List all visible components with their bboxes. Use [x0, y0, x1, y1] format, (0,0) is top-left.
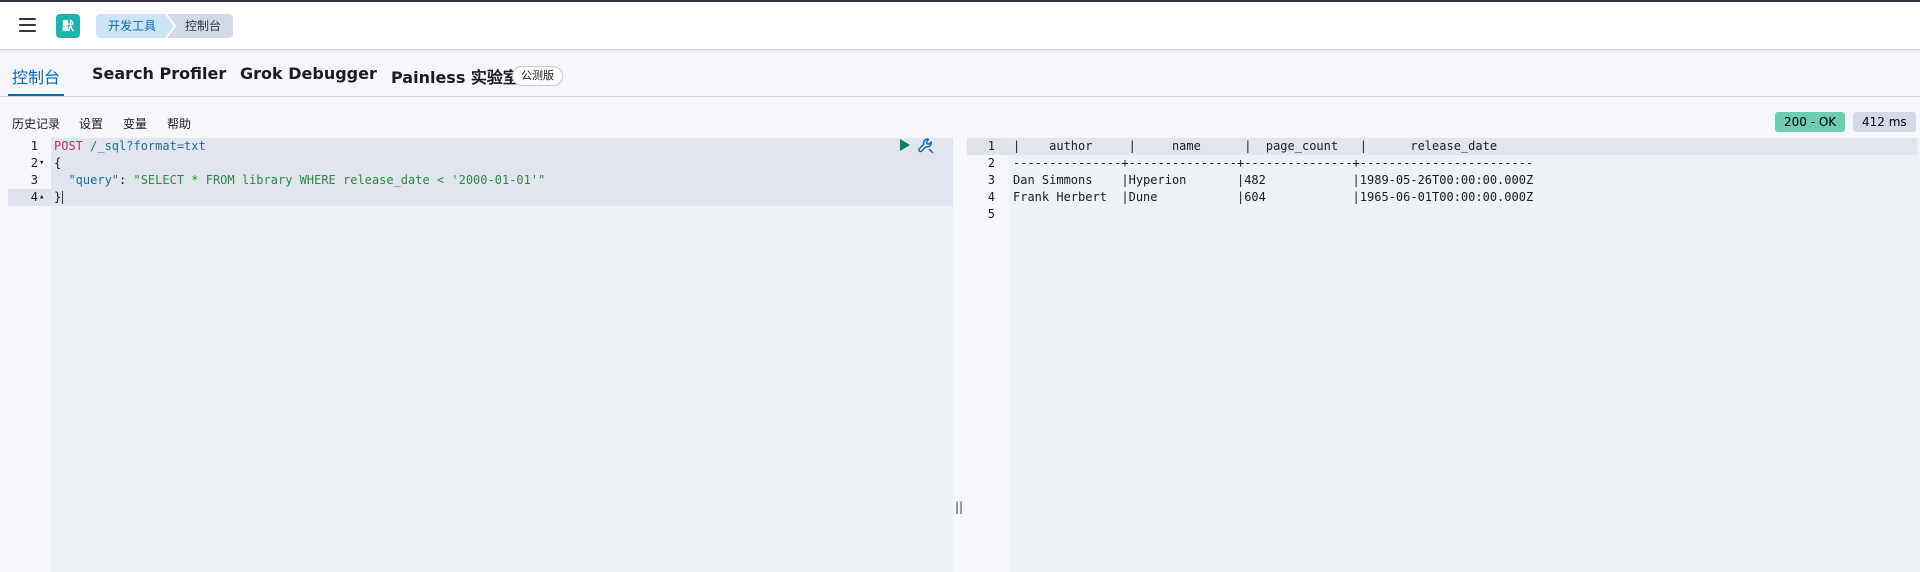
settings-button[interactable]: 设置 — [79, 115, 103, 132]
beta-badge: 公测版 — [512, 66, 563, 86]
fold-toggle-icon[interactable]: ▴ — [39, 189, 49, 206]
output-line: Frank Herbert |Dune |604 |1965-06-01T00:… — [1013, 190, 1534, 204]
tab-grok-debugger[interactable]: Grok Debugger — [240, 64, 377, 83]
variables-button[interactable]: 变量 — [123, 115, 147, 132]
tab-console[interactable]: 控制台 — [12, 64, 60, 88]
line-number: 1 — [987, 139, 995, 153]
response-time-badge: 412 ms — [1853, 112, 1916, 132]
tab-search-profiler[interactable]: Search Profiler — [92, 64, 226, 83]
status-badge: 200 - OK — [1775, 112, 1846, 132]
output-line: ---------------+---------------+--------… — [1013, 156, 1534, 170]
output-line: | author | name | page_count | release_d… — [1013, 139, 1541, 153]
request-editor[interactable]: 1 2 3 4 ▾ ▴ POST /_sql?format=txt { "que… — [8, 138, 953, 572]
line-number: 5 — [987, 207, 995, 221]
line-number: 2 — [30, 156, 38, 170]
header-bar: 默 开发工具 控制台 — [0, 2, 1920, 50]
pane-resizer-handle[interactable]: || — [955, 500, 963, 514]
console-toolbar: 历史记录 设置 变量 帮助 — [0, 112, 1920, 136]
line-number: 4 — [987, 190, 995, 204]
line-number: 3 — [987, 173, 995, 187]
response-output: 1 2 3 4 5 | author | name | page_count |… — [967, 138, 1920, 572]
wrench-icon[interactable] — [917, 137, 935, 155]
line-number: 1 — [30, 139, 38, 153]
code-line: POST /_sql?format=txt — [54, 139, 206, 153]
help-button[interactable]: 帮助 — [167, 115, 191, 132]
avatar[interactable]: 默 — [56, 14, 80, 38]
code-line: { — [54, 156, 62, 170]
run-request-icon[interactable] — [898, 137, 912, 153]
output-line: Dan Simmons |Hyperion |482 |1989-05-26T0… — [1013, 173, 1534, 187]
code-line: } — [54, 190, 62, 204]
active-tab-indicator — [8, 94, 64, 96]
history-button[interactable]: 历史记录 — [12, 115, 60, 132]
menu-icon[interactable] — [17, 16, 39, 34]
tab-painless-lab[interactable]: Painless 实验室 — [391, 64, 519, 88]
text-cursor — [62, 191, 63, 204]
code-line: "query": "SELECT * FROM library WHERE re… — [68, 173, 546, 187]
line-number: 3 — [30, 173, 38, 187]
line-number: 4 — [30, 190, 38, 204]
breadcrumb-console: 控制台 — [167, 14, 234, 38]
breadcrumb-dev-tools[interactable]: 开发工具 — [96, 14, 174, 38]
line-number: 2 — [987, 156, 995, 170]
fold-toggle-icon[interactable]: ▾ — [39, 155, 49, 172]
